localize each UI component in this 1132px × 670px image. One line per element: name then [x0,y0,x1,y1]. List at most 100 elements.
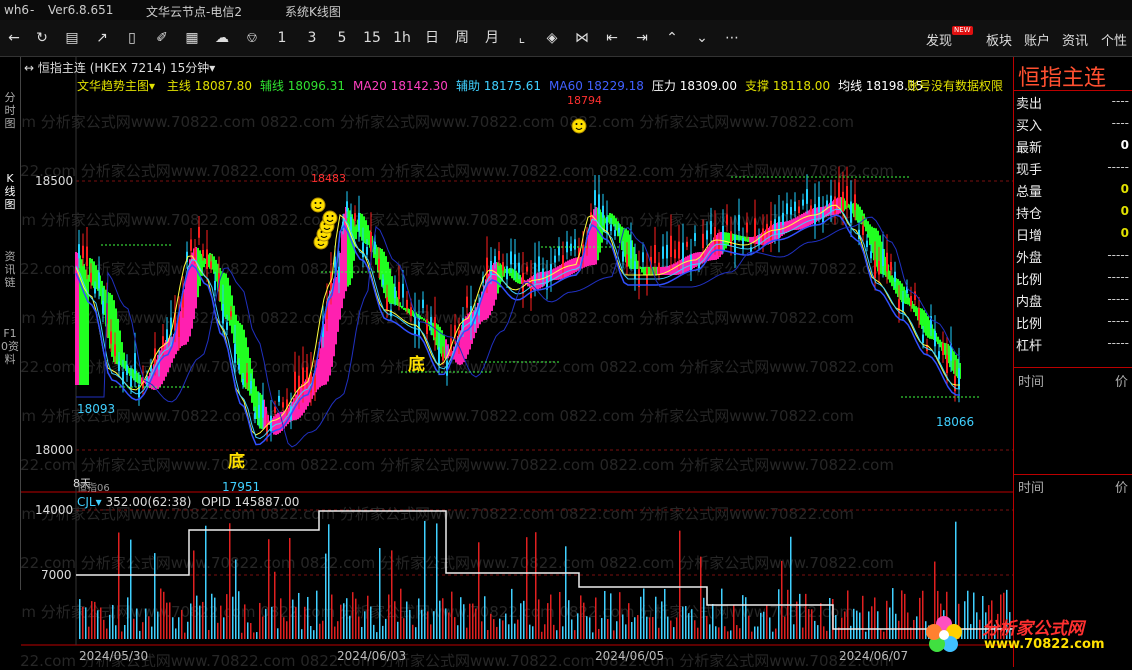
volume-bar [856,610,858,639]
candle-body [486,257,488,279]
nav-news[interactable]: 资讯 [1062,30,1088,49]
volume-bar [811,609,813,639]
nav-sector[interactable]: 板块 [986,30,1012,49]
volume-bar [745,597,747,639]
volume-bar [724,626,726,639]
volume-bar [124,625,126,639]
back-icon[interactable]: ← [3,29,25,47]
period-15min[interactable]: 15 [361,29,383,47]
quote-label: 现手 [1016,163,1043,178]
period-week[interactable]: 周 [451,29,473,47]
volume-bar [682,606,684,639]
volume-bar [286,621,288,639]
arrow-left-icon[interactable]: ↔ [24,61,34,75]
candle-body [574,239,576,250]
tab-f10[interactable]: F10资料 [1,327,19,366]
period-month[interactable]: 月 [481,29,503,47]
period-1h[interactable]: 1h [391,29,413,47]
nav-account[interactable]: 账户 [1024,30,1050,49]
volume-bar [472,603,474,639]
period-1min[interactable]: 1 [271,29,293,47]
instrument-code: (HKEX 7214) [89,61,167,75]
indicator-name[interactable]: 文华趋势主图 [77,79,149,93]
volume-bar [145,608,147,639]
quote-value: 0 [1120,182,1129,196]
scroll-left-icon[interactable]: ⇤ [601,29,623,47]
candle-body [234,343,236,363]
refresh-icon[interactable]: ↻ [31,29,53,47]
volume-bar [397,621,399,639]
line-chart-icon[interactable]: ↗ [91,29,113,47]
volume-bar [151,626,153,639]
candle-body [686,241,688,247]
chart-area[interactable]: 0822.com 分析家公式网www.70822.com 0822.com 分析… [0,57,1013,670]
volume-indicator-name[interactable]: CJL [77,495,96,509]
volume-bar [157,611,159,639]
custom-period-icon[interactable]: ⌞ [511,29,533,47]
quote-label: 比例 [1016,317,1043,332]
quote-label: 日增 [1016,229,1043,244]
period-selector[interactable]: 15分钟 [170,61,209,75]
volume-bar [763,611,765,639]
cloud-icon[interactable]: ☁ [211,29,233,47]
zoom-out-icon[interactable]: ⋈ [571,29,593,47]
candle-body [130,376,132,387]
calendar-icon[interactable]: ▦ [181,29,203,47]
alarm-bell-icon[interactable]: ⎊ [241,29,263,47]
volume-bar [619,592,621,639]
nav-personal[interactable]: 个性 [1101,30,1127,49]
scroll-right-icon[interactable]: ⇥ [631,29,653,47]
volume-bar [133,618,135,639]
volume-bar [877,611,879,639]
period-day[interactable]: 日 [421,29,443,47]
candle-body [934,330,936,347]
volume-bar [205,525,207,639]
nav-discover[interactable]: 发现 [926,30,952,49]
volume-bar [241,632,243,639]
volume-bar [505,613,507,639]
tab-timeshare[interactable]: 分时图 [1,91,19,130]
volume-bar [568,600,570,639]
volume-bar [709,624,711,639]
volume-bar [421,609,423,639]
app-name: wh6 [4,3,30,17]
candle-body [354,213,356,222]
volume-bar [283,617,285,639]
volume-bar [412,624,414,639]
period-3min[interactable]: 3 [301,29,323,47]
volume-bar [355,598,357,639]
ticks-price-header: 价 [1115,375,1129,390]
chevron-down-icon[interactable]: ▾ [96,495,102,509]
volume-bar [829,598,831,639]
chevron-down-icon[interactable]: ▾ [209,61,215,75]
chevron-up-icon[interactable]: ⌃ [661,29,683,47]
list-icon[interactable]: ▤ [61,29,83,47]
candlestick-icon[interactable]: ▯ [121,29,143,47]
tab-kline[interactable]: K线图 [1,172,19,211]
instrument-header[interactable]: ↔ 恒指主连 (HKEX 7214) 15分钟▾ [24,59,215,76]
volume-bar [115,625,117,639]
candle-body [246,372,248,383]
quote-value: ---- [1111,116,1129,130]
kline-chart[interactable]: 0822.com 分析家公式网www.70822.com 0822.com 分析… [0,57,1013,670]
tab-news-chain[interactable]: 资讯链 [1,250,19,289]
candle-body [514,254,516,270]
candle-body [386,297,388,310]
opid-value: OPID 145887.00 [201,495,300,509]
candle-body [422,299,424,308]
chevron-down-icon[interactable]: ▾ [149,79,155,93]
volume-bar [601,618,603,639]
period-5min[interactable]: 5 [331,29,353,47]
candle-body [562,255,564,269]
volume-bar [604,590,606,639]
draw-tool-icon[interactable]: ✐ [151,29,173,47]
candle-body [362,242,364,258]
volume-bar [400,588,402,639]
chevron-down-icon[interactable]: ⌄ [691,29,713,47]
volume-bar [448,612,450,639]
zoom-in-icon[interactable]: ◈ [541,29,563,47]
more-icon[interactable]: ⋯ [721,29,743,47]
volume-bar [160,588,162,639]
volume-bar [553,624,555,639]
candle-body [894,271,896,282]
